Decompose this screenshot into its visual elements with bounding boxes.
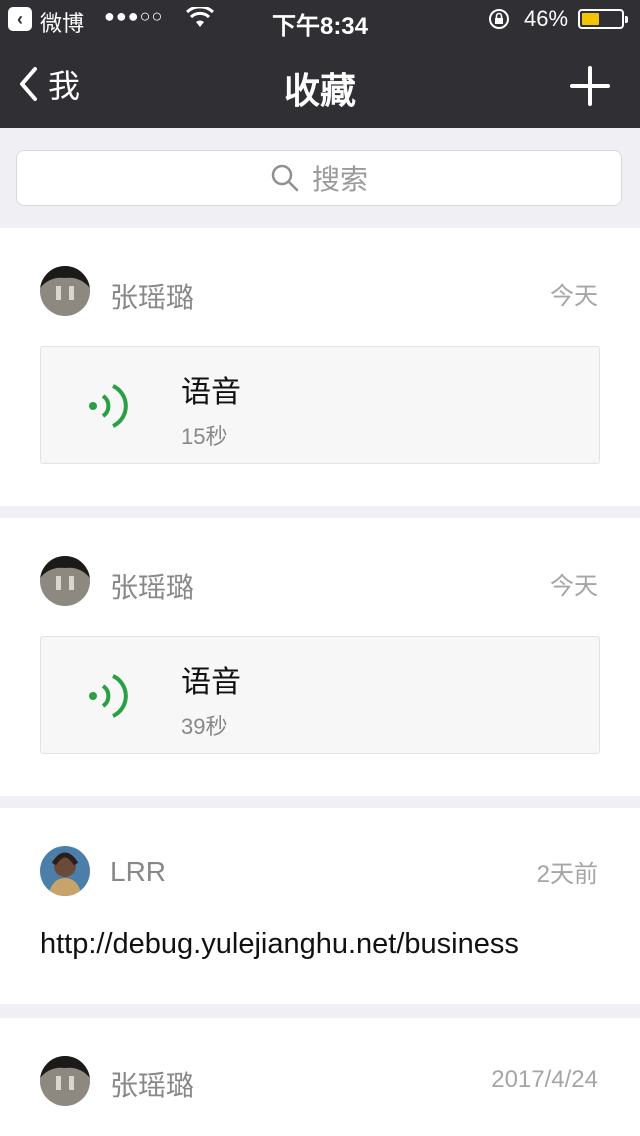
timestamp: 2017/4/24 (491, 1066, 598, 1093)
page-title: 收藏 (283, 70, 356, 111)
top-bar: ‹ 微博 ●●●○○ 下午8:34 46% 我 收藏 (0, 0, 640, 128)
voice-message[interactable]: 语音 15秒 (40, 346, 600, 464)
battery-fill (582, 13, 600, 25)
avatar (40, 1056, 90, 1106)
voice-wave-icon (89, 384, 128, 428)
timestamp: 今天 (550, 283, 598, 310)
search-bar[interactable]: 搜索 (16, 150, 622, 206)
favorite-item[interactable]: 张瑶璐 今天 语音 39秒 (0, 518, 640, 796)
battery-icon (578, 9, 628, 29)
rotation-lock-icon (489, 9, 509, 29)
voice-duration: 15秒 (181, 424, 228, 449)
battery-percentage: 46% (524, 6, 569, 31)
voice-message[interactable]: 语音 39秒 (40, 636, 600, 754)
favorite-item[interactable]: 张瑶璐 今天 语音 15秒 (0, 228, 640, 506)
sender-name: LRR (110, 856, 167, 887)
voice-duration: 39秒 (181, 714, 228, 739)
link-text[interactable]: http://debug.yulejianghu.net/business (40, 928, 519, 961)
timestamp: 2天前 (536, 861, 598, 888)
plus-icon[interactable] (568, 64, 612, 108)
search-placeholder: 搜索 (311, 164, 368, 195)
avatar (40, 266, 90, 316)
status-bar: ‹ 微博 ●●●○○ 下午8:34 46% (0, 0, 640, 40)
sender-name: 张瑶璐 (110, 282, 195, 313)
search-icon (271, 164, 299, 192)
voice-label: 语音 (181, 376, 241, 409)
timestamp: 今天 (550, 573, 598, 600)
avatar (40, 846, 90, 896)
favorite-item[interactable]: LRR 2天前 http://debug.yulejianghu.net/bus… (0, 808, 640, 1004)
voice-label: 语音 (181, 666, 241, 699)
voice-wave-icon (89, 674, 128, 718)
favorite-item[interactable]: 张瑶璐 2017/4/24 (0, 1018, 640, 1136)
sender-name: 张瑶璐 (110, 1070, 195, 1101)
sender-name: 张瑶璐 (110, 572, 195, 603)
avatar (40, 556, 90, 606)
